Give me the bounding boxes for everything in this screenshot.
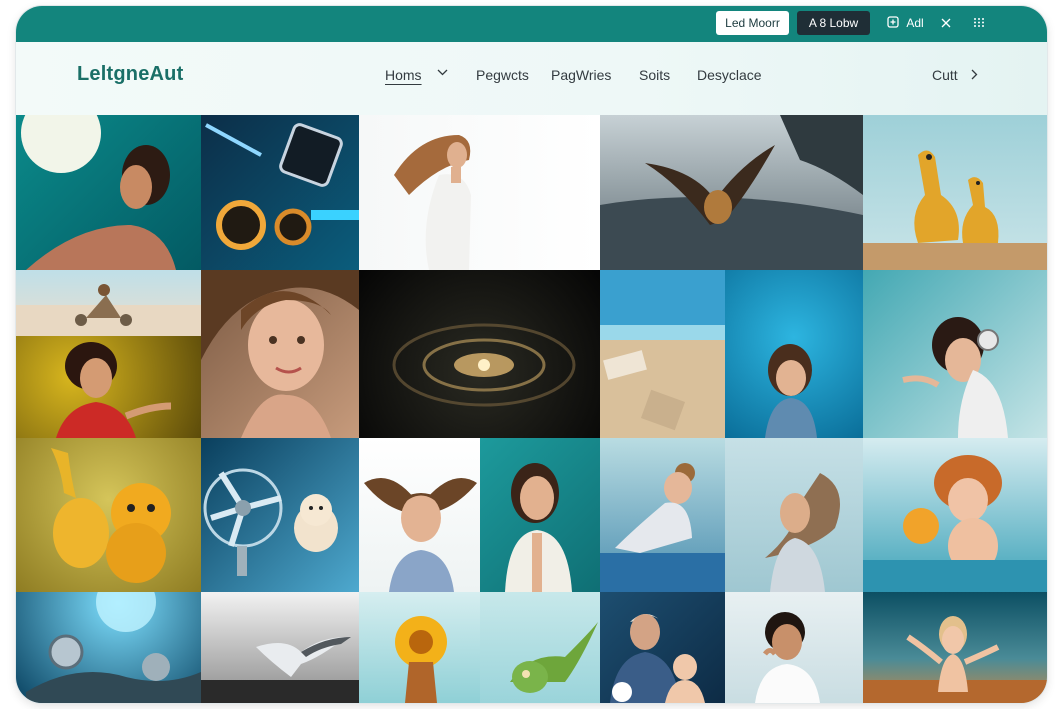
- gallery-tile-smiling-girl[interactable]: [480, 438, 600, 592]
- site-logo[interactable]: LeltgneAut: [77, 63, 183, 86]
- add-label: Adl: [906, 16, 924, 30]
- gallery-tile-girl-headphones[interactable]: [725, 270, 863, 438]
- chevron-right-icon: [970, 67, 978, 83]
- gallery-tile-girl-long-hair[interactable]: [16, 336, 201, 438]
- main-navbar: LeltgneAut Homs Pegwcts PagWries Soits D…: [16, 42, 1047, 115]
- add-button[interactable]: Adl: [887, 11, 924, 35]
- gallery-tile-winged-boy[interactable]: [359, 438, 480, 592]
- cart-link[interactable]: Cutt: [932, 67, 978, 83]
- gallery-tile-galaxy-swirl[interactable]: [201, 270, 359, 438]
- nav-desyclace[interactable]: Desyclace: [697, 67, 762, 83]
- nav-products[interactable]: Pegwcts: [476, 67, 529, 83]
- close-button[interactable]: [941, 11, 951, 35]
- gallery-tile-sunflower-creature[interactable]: [359, 592, 480, 703]
- image-gallery: [16, 115, 1047, 703]
- gallery-tile-woman-flowing-hair[interactable]: [359, 115, 600, 270]
- cart-label: Cutt: [932, 67, 958, 83]
- gallery-tile-girl-waving-desert[interactable]: [863, 592, 1047, 703]
- gallery-tile-green-bird-creature[interactable]: [480, 592, 600, 703]
- top-bar: Led Moorr A 8 Lobw Adl: [16, 6, 1047, 42]
- gallery-tile-woman-teal-sun[interactable]: [16, 115, 201, 270]
- nav-pagwries[interactable]: PagWries: [551, 67, 611, 83]
- nav-soits[interactable]: Soits: [639, 67, 670, 83]
- gallery-tile-beach-chairs[interactable]: [359, 270, 600, 438]
- gallery-tile-girl-blue-overalls[interactable]: [600, 270, 725, 438]
- gallery-tile-grandpa-and-baby[interactable]: [600, 592, 725, 703]
- browser-frame: Led Moorr A 8 Lobw Adl LeltgneAut Homs P…: [16, 6, 1047, 703]
- grid-menu-button[interactable]: [973, 11, 985, 35]
- gallery-tile-woman-yellow-bg[interactable]: [863, 270, 1047, 438]
- chevron-down-icon[interactable]: [437, 66, 448, 81]
- gallery-tile-seagull-flight[interactable]: [201, 592, 359, 703]
- gallery-tile-fan-and-puppy[interactable]: [201, 438, 359, 592]
- gallery-tile-yellow-plush-birds[interactable]: [863, 115, 1047, 270]
- nav-home[interactable]: Homs: [385, 67, 422, 83]
- gallery-tile-baby-fluffy-hair[interactable]: [863, 438, 1047, 592]
- gallery-tile-robot-parts[interactable]: [16, 592, 201, 703]
- gallery-tile-eagle-over-sea[interactable]: [600, 115, 863, 270]
- led-moorr-button[interactable]: Led Moorr: [716, 11, 789, 35]
- gallery-tile-girl-feather-hair[interactable]: [725, 438, 863, 592]
- gallery-tile-plush-dogs-yellow[interactable]: [16, 438, 201, 592]
- grid-dots-icon: [973, 12, 985, 36]
- gallery-tile-girl-sitting-blue[interactable]: [600, 438, 725, 592]
- lobw-button[interactable]: A 8 Lobw: [797, 11, 870, 35]
- close-icon: [941, 12, 951, 36]
- gallery-tile-lamp-robot-bike[interactable]: [201, 115, 359, 270]
- gallery-tile-beach-bike[interactable]: [16, 270, 201, 336]
- gallery-tile-boy-white-shirt[interactable]: [725, 592, 863, 703]
- add-square-icon: [887, 12, 899, 36]
